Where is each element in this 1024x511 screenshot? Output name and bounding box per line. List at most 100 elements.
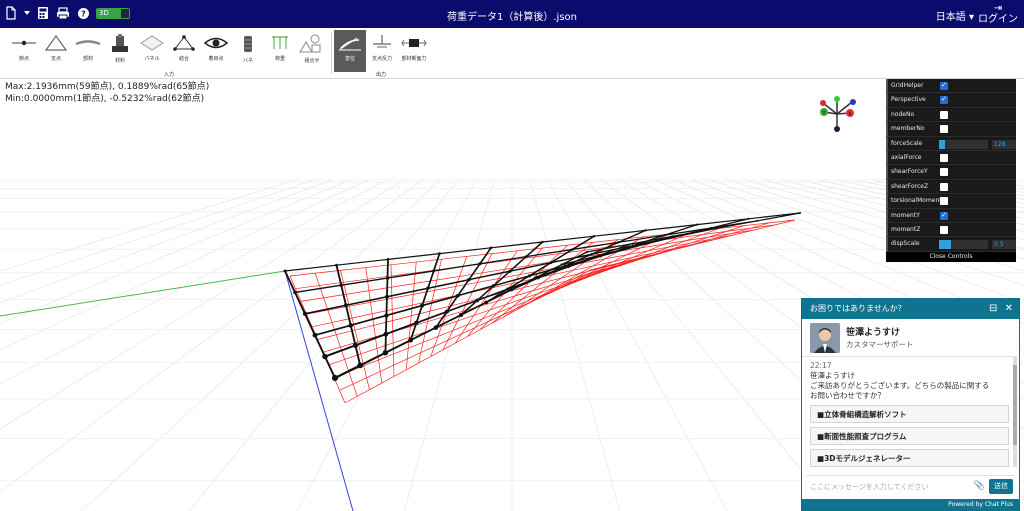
node-point[interactable] (799, 212, 801, 214)
checkbox[interactable] (940, 110, 948, 119)
node-point[interactable] (567, 265, 571, 269)
node-point[interactable] (352, 342, 359, 348)
node-point[interactable] (710, 226, 713, 230)
node-point[interactable] (322, 353, 328, 360)
node-point[interactable] (456, 293, 460, 298)
chat-messages[interactable]: 22:17 笹澤ようすけ ご来訪ありがとうございます。どちらの製品に関するお問い… (802, 357, 1019, 473)
node-point[interactable] (628, 243, 631, 246)
node-point[interactable] (508, 269, 512, 273)
toolbar-reaction[interactable]: 支点反力 (366, 30, 398, 70)
checkbox[interactable] (940, 168, 948, 177)
node-point[interactable] (312, 332, 318, 338)
checkbox[interactable] (940, 125, 948, 134)
node-point[interactable] (467, 278, 471, 282)
node-point[interactable] (635, 245, 638, 248)
node-point[interactable] (426, 286, 430, 291)
node-point[interactable] (489, 246, 493, 250)
node-point[interactable] (335, 263, 338, 267)
node-point[interactable] (509, 288, 514, 292)
toolbar-focus-point[interactable]: 着目点 (200, 30, 232, 70)
node-point[interactable] (444, 309, 449, 314)
node-point[interactable] (339, 283, 343, 287)
toolbar-panel[interactable]: パネル (136, 30, 168, 70)
node-point[interactable] (671, 235, 674, 238)
node-point[interactable] (283, 269, 287, 273)
node-point[interactable] (438, 252, 441, 255)
toolbar-load[interactable]: 荷重 (264, 30, 296, 70)
node-point[interactable] (414, 320, 419, 326)
node-point[interactable] (549, 261, 553, 265)
node-point[interactable] (563, 264, 567, 268)
node-point[interactable] (385, 276, 390, 280)
send-button[interactable]: 送信 (989, 479, 1013, 494)
node-point[interactable] (420, 303, 425, 308)
node-point[interactable] (586, 251, 588, 253)
node-point[interactable] (408, 337, 414, 343)
node-point[interactable] (433, 325, 439, 330)
close-controls-button[interactable]: Close Controls (886, 252, 1016, 262)
node-point[interactable] (386, 258, 390, 261)
toolbar-section-force[interactable]: 部材断面力 (398, 30, 430, 70)
node-point[interactable] (541, 240, 544, 244)
checkbox[interactable] (940, 92, 948, 106)
node-point[interactable] (385, 294, 389, 299)
node-point[interactable] (348, 323, 354, 328)
node-point[interactable] (524, 255, 528, 258)
node-point[interactable] (458, 312, 464, 318)
checkbox[interactable] (940, 208, 948, 222)
slider-value[interactable]: 0.5 (992, 240, 1016, 250)
close-icon[interactable]: ✕ (1005, 303, 1013, 314)
paperclip-icon[interactable]: 📎 (974, 481, 985, 491)
toolbar-joint[interactable]: 結合 (168, 30, 200, 70)
node-point[interactable] (382, 350, 389, 356)
node-point[interactable] (475, 298, 480, 303)
node-point[interactable] (560, 263, 564, 266)
chat-option[interactable]: ■3Dモデルジェネレーター (810, 449, 1009, 467)
node-point[interactable] (484, 300, 489, 305)
node-point[interactable] (331, 374, 339, 382)
slider-value[interactable]: 128 (992, 139, 1016, 149)
node-point[interactable] (535, 275, 539, 279)
axis-gizmo[interactable]: Y X (812, 92, 862, 132)
node-point[interactable] (713, 227, 716, 230)
node-point[interactable] (343, 303, 348, 308)
toolbar-support[interactable]: 支点 (40, 30, 72, 70)
node-point[interactable] (478, 262, 482, 266)
node-point[interactable] (506, 287, 510, 291)
node-point[interactable] (617, 241, 620, 244)
node-point[interactable] (293, 290, 297, 295)
checkbox[interactable] (940, 153, 948, 162)
node-point[interactable] (631, 244, 635, 247)
node-point[interactable] (527, 274, 531, 278)
slider[interactable] (939, 240, 988, 250)
toolbar-material[interactable]: 材料 (104, 30, 136, 70)
checkbox[interactable] (940, 197, 948, 206)
node-point[interactable] (644, 229, 647, 232)
language-selector[interactable]: 日本語 ▾ (936, 8, 974, 23)
node-point[interactable] (383, 331, 389, 337)
node-point[interactable] (597, 254, 601, 257)
node-point[interactable] (592, 235, 596, 238)
chat-option[interactable]: ■立体骨組構造解析ソフト (810, 405, 1009, 423)
toolbar-member[interactable]: 部材 (72, 30, 104, 70)
minimize-icon[interactable]: ⊟ (989, 303, 997, 314)
checkbox[interactable] (940, 225, 948, 234)
toolbar-displacement[interactable]: 変位 (334, 30, 366, 72)
node-point[interactable] (432, 269, 436, 273)
slider[interactable] (939, 139, 988, 149)
node-point[interactable] (357, 362, 364, 369)
login-button[interactable]: ⇥ ログイン (978, 3, 1018, 25)
node-point[interactable] (695, 223, 699, 226)
node-point[interactable] (747, 217, 750, 220)
node-point[interactable] (756, 219, 759, 222)
chat-scrollbar[interactable] (1013, 357, 1017, 467)
checkbox[interactable] (940, 78, 948, 92)
node-point[interactable] (571, 248, 574, 251)
node-point[interactable] (302, 311, 308, 316)
node-point[interactable] (491, 284, 496, 288)
chat-option[interactable]: ■断面性能照査プログラム (810, 427, 1009, 445)
toolbar-spring[interactable]: バネ (232, 30, 264, 70)
toolbar-node[interactable]: 節点 (8, 30, 40, 70)
node-point[interactable] (663, 233, 667, 237)
toolbar-combination[interactable]: 組合せ (296, 30, 328, 70)
